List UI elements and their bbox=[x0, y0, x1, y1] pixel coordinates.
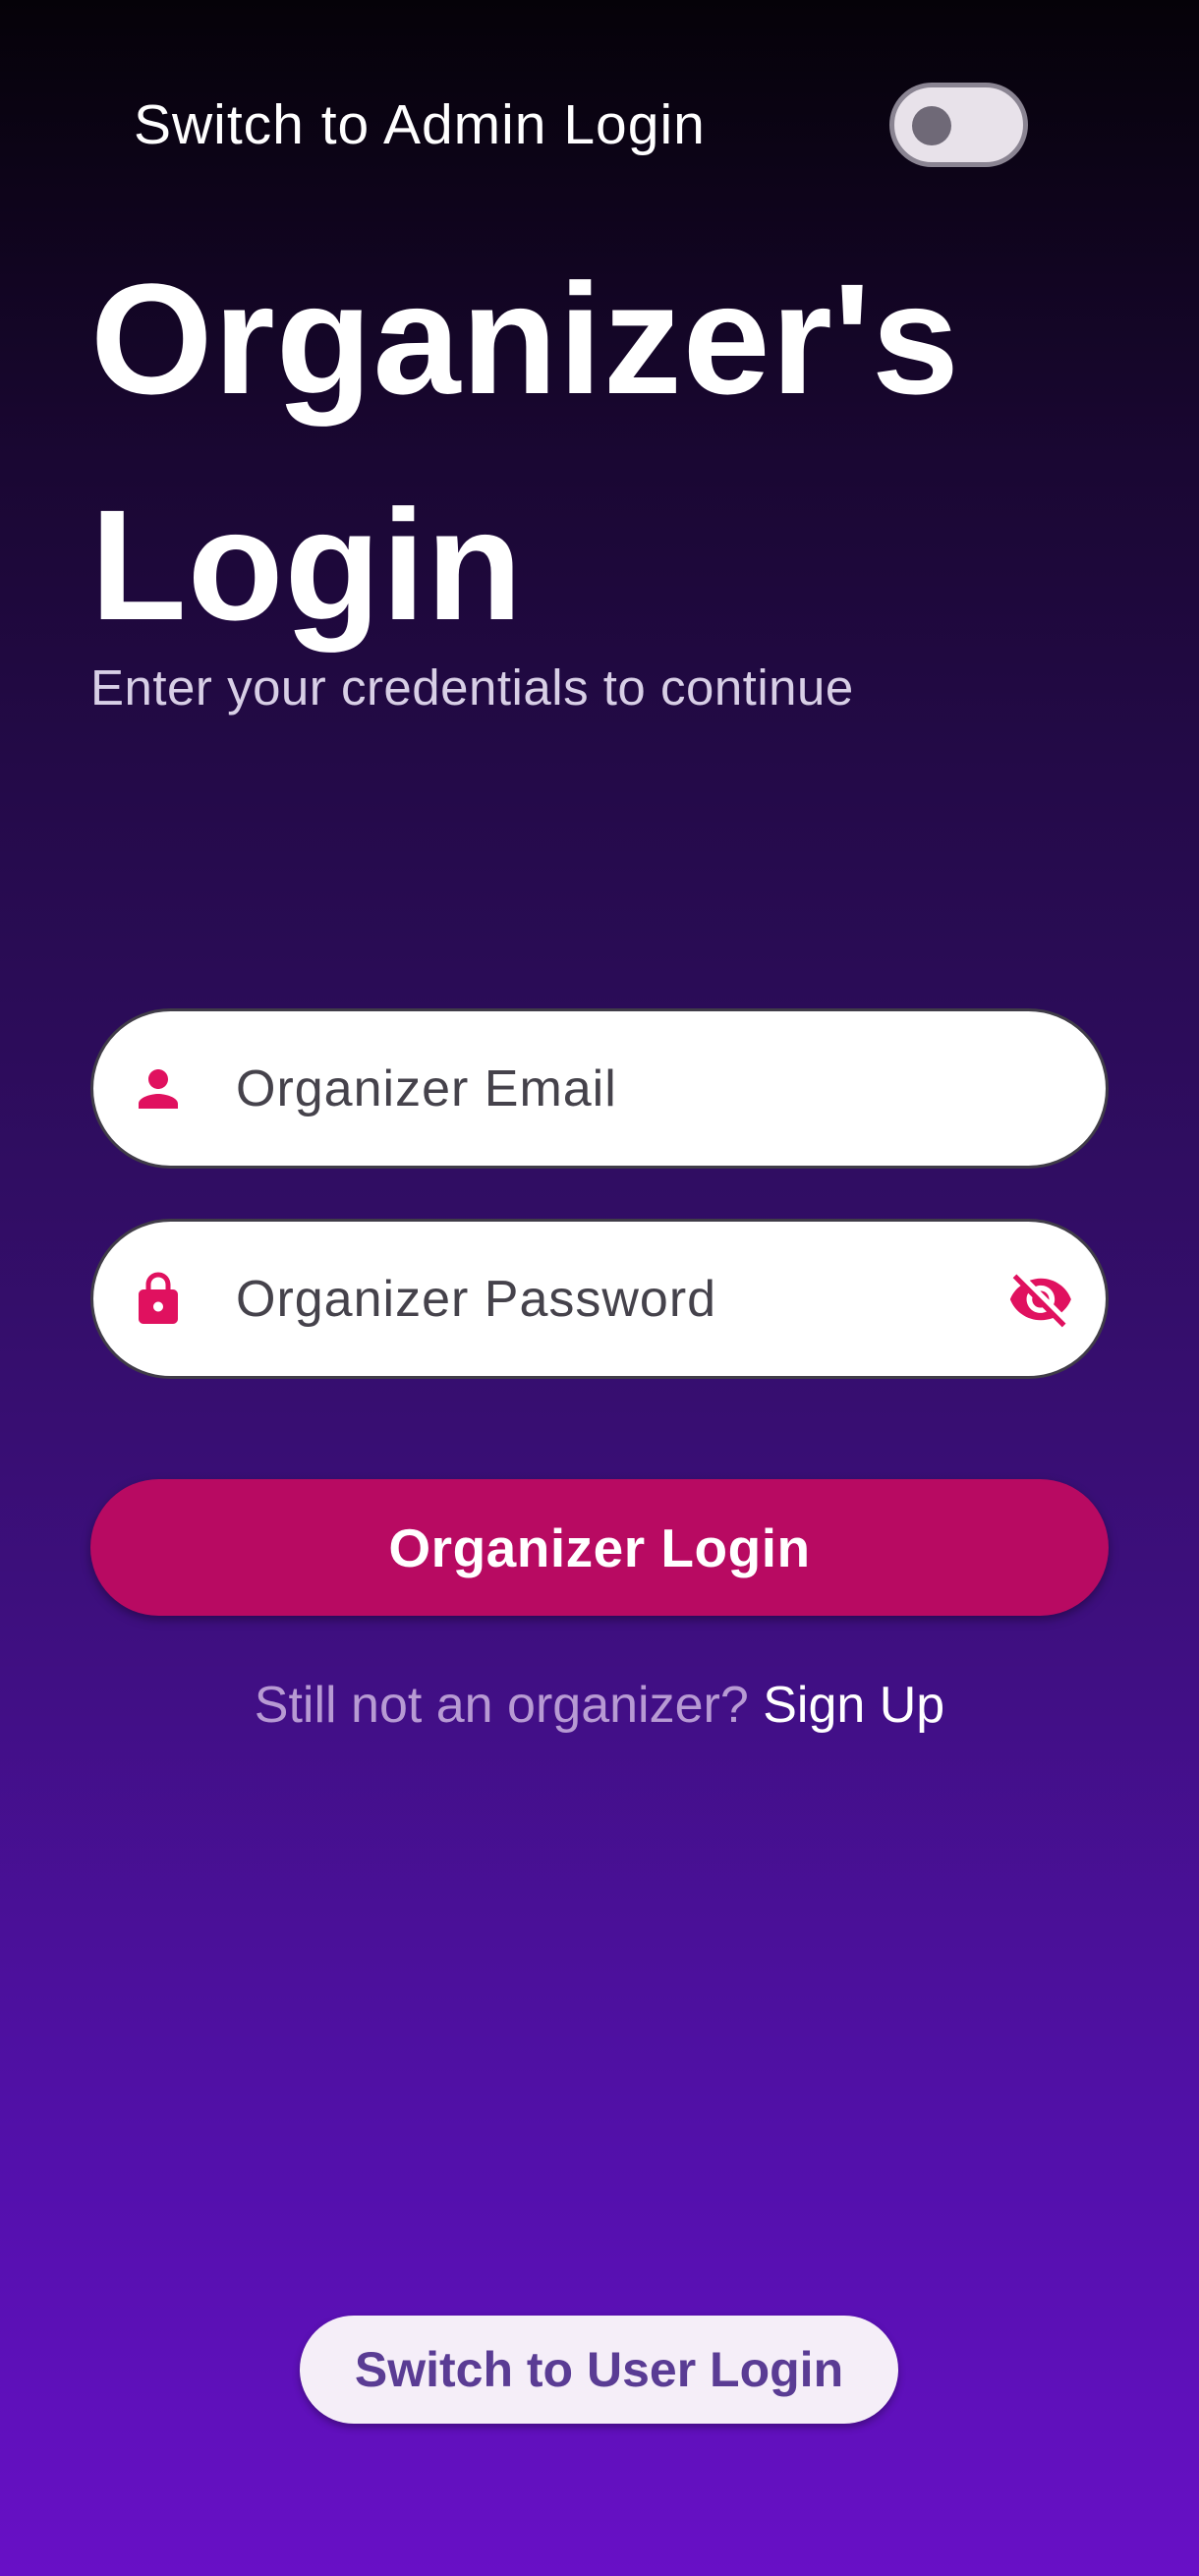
toggle-knob bbox=[912, 106, 951, 145]
signup-link[interactable]: Sign Up bbox=[763, 1677, 944, 1734]
switch-to-user-login-button[interactable]: Switch to User Login bbox=[300, 2316, 898, 2424]
page-title: Organizer's Login bbox=[90, 251, 960, 653]
organizer-login-button[interactable]: Organizer Login bbox=[90, 1479, 1109, 1616]
page-subtitle: Enter your credentials to continue bbox=[90, 659, 854, 716]
password-placeholder: Organizer Password bbox=[236, 1270, 717, 1328]
signup-prompt: Still not an organizer? bbox=[254, 1677, 749, 1734]
password-field[interactable]: Organizer Password bbox=[90, 1219, 1109, 1379]
signup-row: Still not an organizer? Sign Up bbox=[0, 1676, 1199, 1735]
admin-toggle-label: Switch to Admin Login bbox=[134, 93, 706, 156]
eye-off-icon[interactable] bbox=[1007, 1266, 1074, 1333]
person-icon bbox=[139, 1068, 178, 1109]
email-field[interactable]: Organizer Email bbox=[90, 1008, 1109, 1169]
lock-icon bbox=[139, 1272, 178, 1324]
admin-login-toggle[interactable] bbox=[889, 83, 1028, 167]
email-placeholder: Organizer Email bbox=[236, 1059, 617, 1117]
